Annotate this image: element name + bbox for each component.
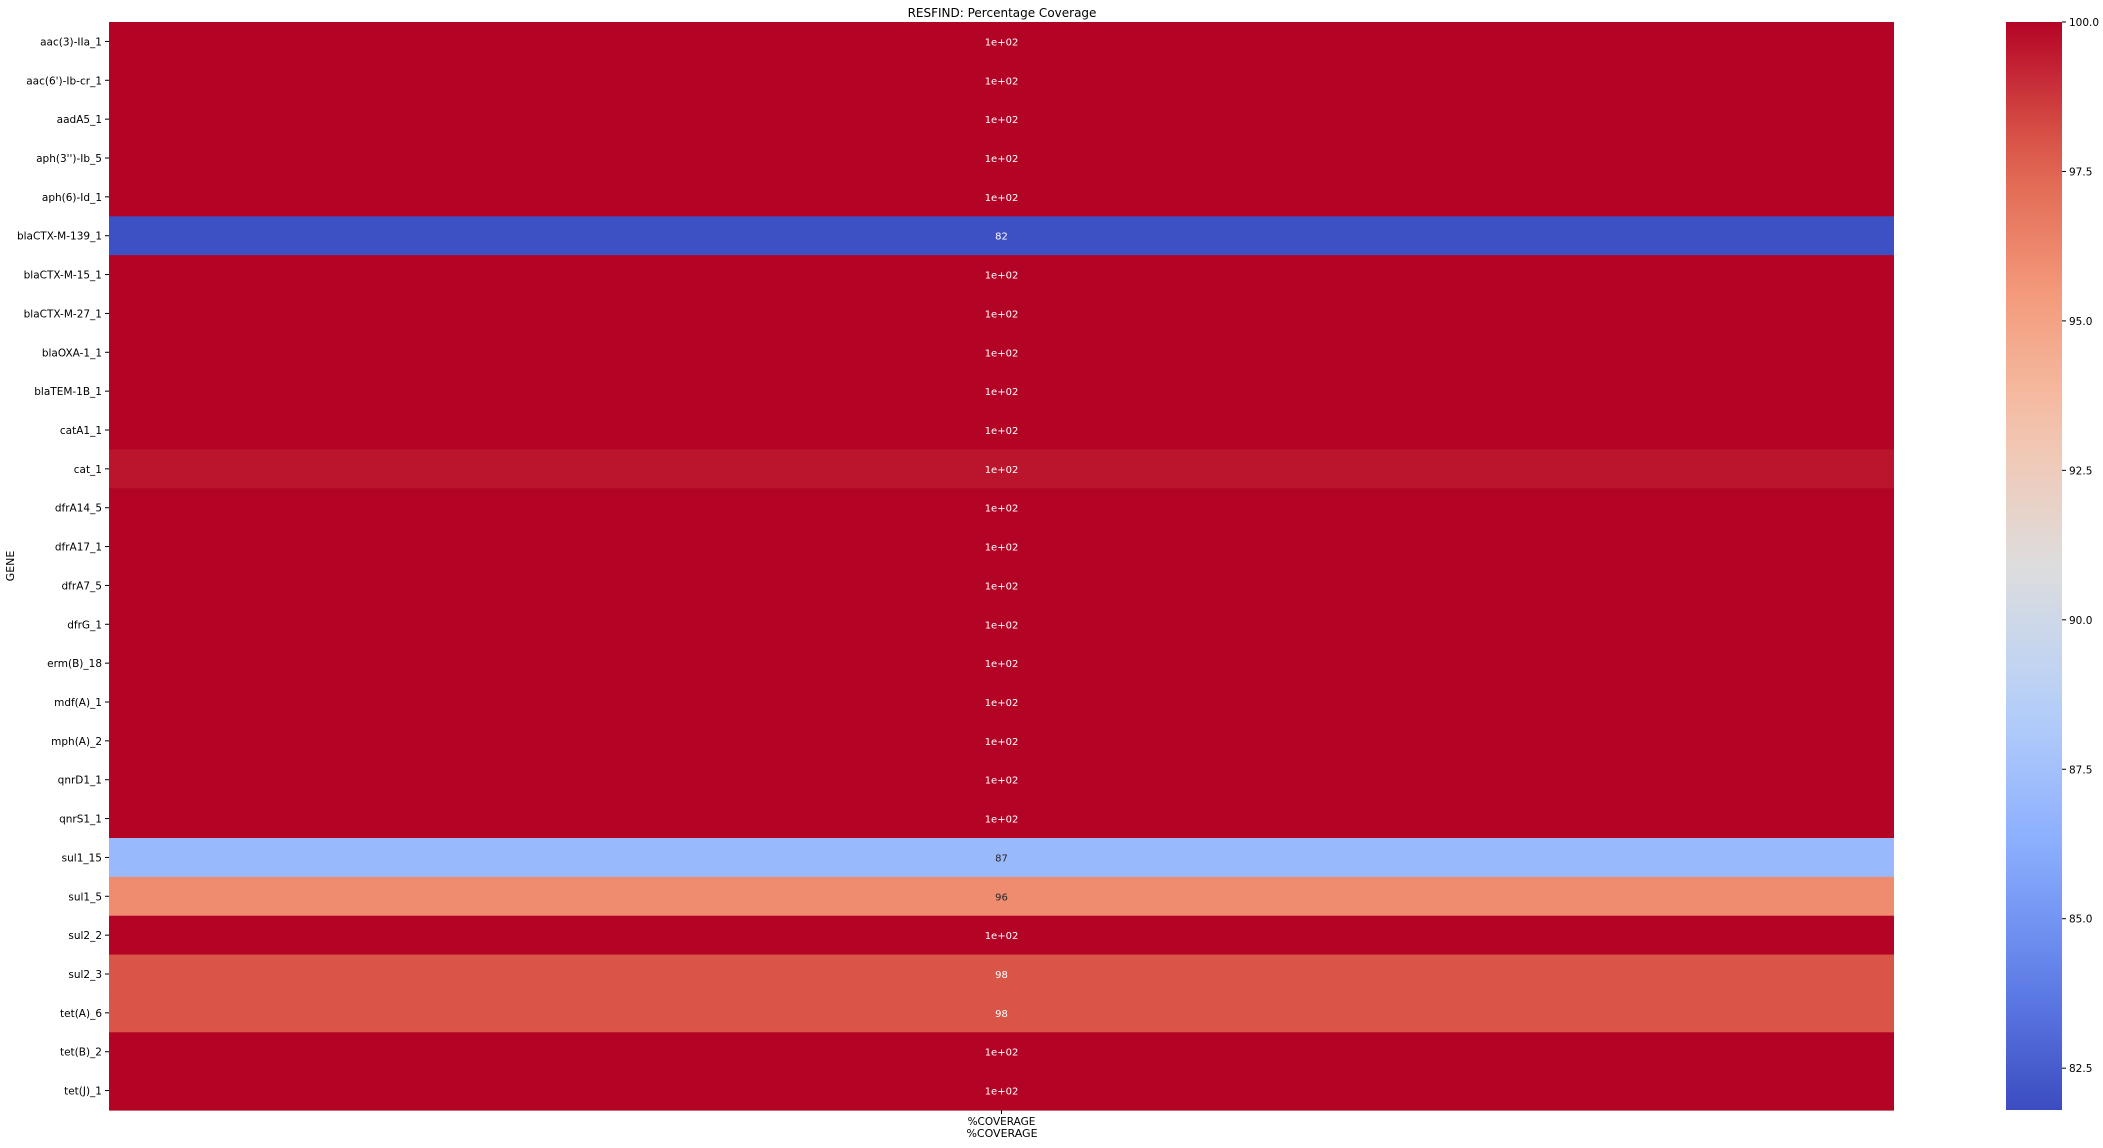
colorbar-tick-label: 92.5 <box>2069 465 2092 477</box>
colorbar-ticks: 82.5 85.0 87.5 90.0 92.5 95.0 97.5 100.0 <box>2062 17 2099 1075</box>
colorbar-tick-label: 95.0 <box>2069 316 2092 328</box>
cell-value-label: 87 <box>995 853 1008 864</box>
cell-value-label: 1e+02 <box>985 193 1019 204</box>
cell-value-label: 1e+02 <box>985 698 1019 709</box>
y-tick-label: blaCTX-M-15_1 <box>24 270 102 282</box>
cell-value-label: 1e+02 <box>985 154 1019 165</box>
y-tick-label: sul1_15 <box>62 852 102 864</box>
chart-title: RESFIND: Percentage Coverage <box>908 6 1097 20</box>
cell-value-label: 1e+02 <box>985 309 1019 320</box>
cell-value-label: 1e+02 <box>985 931 1019 942</box>
cell-value-label: 1e+02 <box>985 37 1019 48</box>
y-tick-label: dfrG_1 <box>67 619 102 631</box>
y-tick-label: blaCTX-M-139_1 <box>17 231 102 243</box>
colorbar-tick-label: 100.0 <box>2069 17 2099 29</box>
x-axis-ticks: %COVERAGE <box>968 1110 1035 1128</box>
cell-value-label: 1e+02 <box>985 620 1019 631</box>
colorbar-tick-label: 82.5 <box>2069 1063 2092 1075</box>
y-tick-label: blaOXA-1_1 <box>42 347 102 359</box>
y-tick-label: aac(6')-Ib-cr_1 <box>26 75 102 87</box>
heatmap-chart: RESFIND: Percentage Coverage 1e+02 1e+02 1… <box>4 6 2099 1140</box>
y-tick-label: tet(J)_1 <box>64 1086 102 1098</box>
cell-value-label: 98 <box>995 1009 1008 1020</box>
heatmap-cells <box>109 22 1894 1111</box>
y-tick-label: dfrA7_5 <box>62 580 102 592</box>
y-tick-label: mph(A)_2 <box>51 736 102 748</box>
y-tick-label: tet(B)_2 <box>60 1047 102 1059</box>
y-tick-label: dfrA14_5 <box>55 503 102 515</box>
y-tick-label: erm(B)_18 <box>47 658 102 670</box>
cell-value-label: 1e+02 <box>985 659 1019 670</box>
colorbar-tick-label: 85.0 <box>2069 914 2092 926</box>
cell-value-label: 1e+02 <box>985 465 1019 476</box>
colorbar-tick-label: 90.0 <box>2069 615 2092 627</box>
y-tick-label: sul2_2 <box>68 930 102 942</box>
y-tick-label: aac(3)-IIa_1 <box>40 36 102 48</box>
y-tick-label: catA1_1 <box>60 425 102 437</box>
cell-value-label: 1e+02 <box>985 504 1019 515</box>
y-tick-label: qnrD1_1 <box>58 775 102 787</box>
cell-value-label: 1e+02 <box>985 543 1019 554</box>
cell-value-label: 1e+02 <box>985 776 1019 787</box>
cell-value-label: 1e+02 <box>985 76 1019 87</box>
y-tick-label: blaTEM-1B_1 <box>34 386 102 398</box>
y-tick-label: sul2_3 <box>68 969 102 981</box>
cell-value-label: 1e+02 <box>985 581 1019 592</box>
y-tick-label: dfrA17_1 <box>55 542 102 554</box>
x-axis-label: %COVERAGE <box>966 1127 1037 1140</box>
cell-value-label: 1e+02 <box>985 115 1019 126</box>
cell-value-label: 1e+02 <box>985 426 1019 437</box>
y-tick-label: qnrS1_1 <box>59 814 102 826</box>
cell-value-label: 1e+02 <box>985 1087 1019 1098</box>
y-axis-ticks: aac(3)-IIa_1 aac(6')-Ib-cr_1 aadA5_1 aph(3'… <box>17 36 109 1098</box>
cell-value-label: 1e+02 <box>985 348 1019 359</box>
y-tick-label: blaCTX-M-27_1 <box>24 308 102 320</box>
cell-value-label: 1e+02 <box>985 271 1019 282</box>
cell-value-label: 1e+02 <box>985 387 1019 398</box>
y-tick-label: aph(3'')-Ib_5 <box>36 153 102 165</box>
cell-value-label: 1e+02 <box>985 1048 1019 1059</box>
y-tick-label: mdf(A)_1 <box>54 697 102 709</box>
colorbar <box>2006 22 2062 1110</box>
y-axis-label: GENE <box>4 551 17 582</box>
y-tick-label: aph(6)-Id_1 <box>42 192 102 204</box>
cell-value-label: 1e+02 <box>985 737 1019 748</box>
cell-value-label: 1e+02 <box>985 815 1019 826</box>
cell-value-label: 96 <box>995 892 1008 903</box>
colorbar-tick-label: 97.5 <box>2069 166 2092 178</box>
cell-value-label: 98 <box>995 970 1008 981</box>
cell-value-label: 82 <box>995 232 1008 243</box>
colorbar-tick-label: 87.5 <box>2069 764 2092 776</box>
y-tick-label: cat_1 <box>74 464 102 476</box>
y-tick-label: aadA5_1 <box>57 114 102 126</box>
y-tick-label: tet(A)_6 <box>60 1008 102 1020</box>
y-tick-label: sul1_5 <box>68 891 102 903</box>
